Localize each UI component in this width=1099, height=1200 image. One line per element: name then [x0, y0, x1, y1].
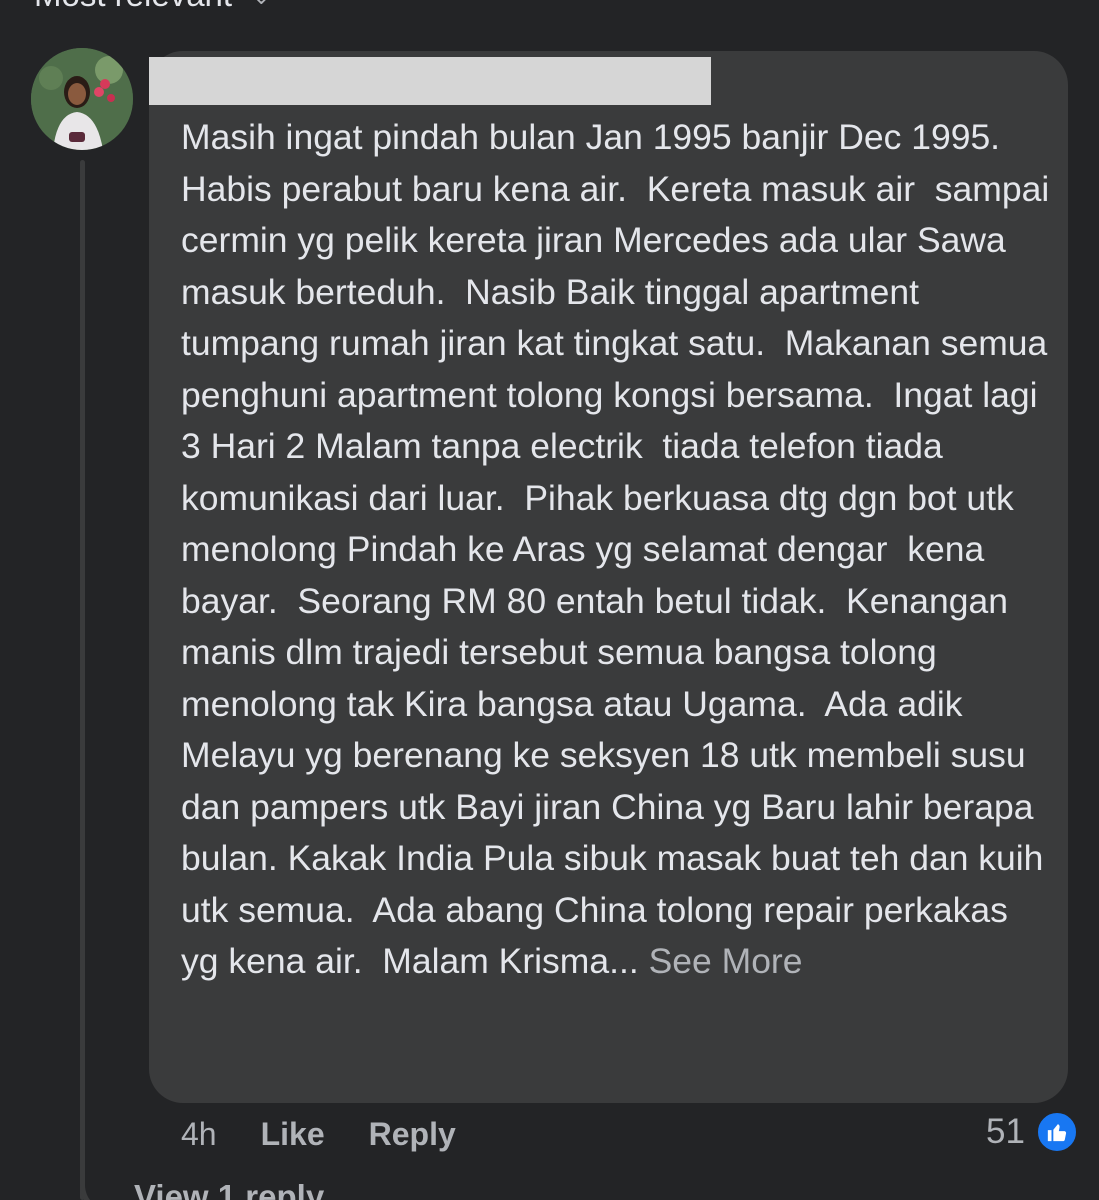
avatar[interactable]	[31, 48, 133, 150]
thumbs-up-icon	[1034, 1110, 1079, 1154]
reply-button[interactable]: Reply	[369, 1116, 456, 1153]
comment-timestamp[interactable]: 4h	[181, 1116, 217, 1153]
chevron-down-icon: ⌄	[252, 0, 270, 10]
thread-line	[80, 160, 85, 1200]
author-name-redacted	[149, 57, 711, 105]
view-replies-link[interactable]: View 1 reply	[134, 1178, 324, 1200]
reaction-count: 51	[986, 1112, 1025, 1151]
sort-label: Most relevant	[34, 0, 232, 13]
reaction-summary[interactable]: 51	[986, 1110, 1079, 1154]
comment-actions: 4h Like Reply	[181, 1112, 456, 1156]
comment-thread-page: Most relevant ⌄ Masih ingat pindah bulan …	[0, 0, 1099, 1200]
see-more-link[interactable]: See More	[649, 941, 803, 981]
comment-text: Masih ingat pindah bulan Jan 1995 banjir…	[181, 117, 1060, 981]
comment-body: Masih ingat pindah bulan Jan 1995 banjir…	[181, 112, 1051, 988]
sort-selector[interactable]: Most relevant ⌄	[34, 0, 271, 14]
like-button[interactable]: Like	[261, 1116, 325, 1153]
